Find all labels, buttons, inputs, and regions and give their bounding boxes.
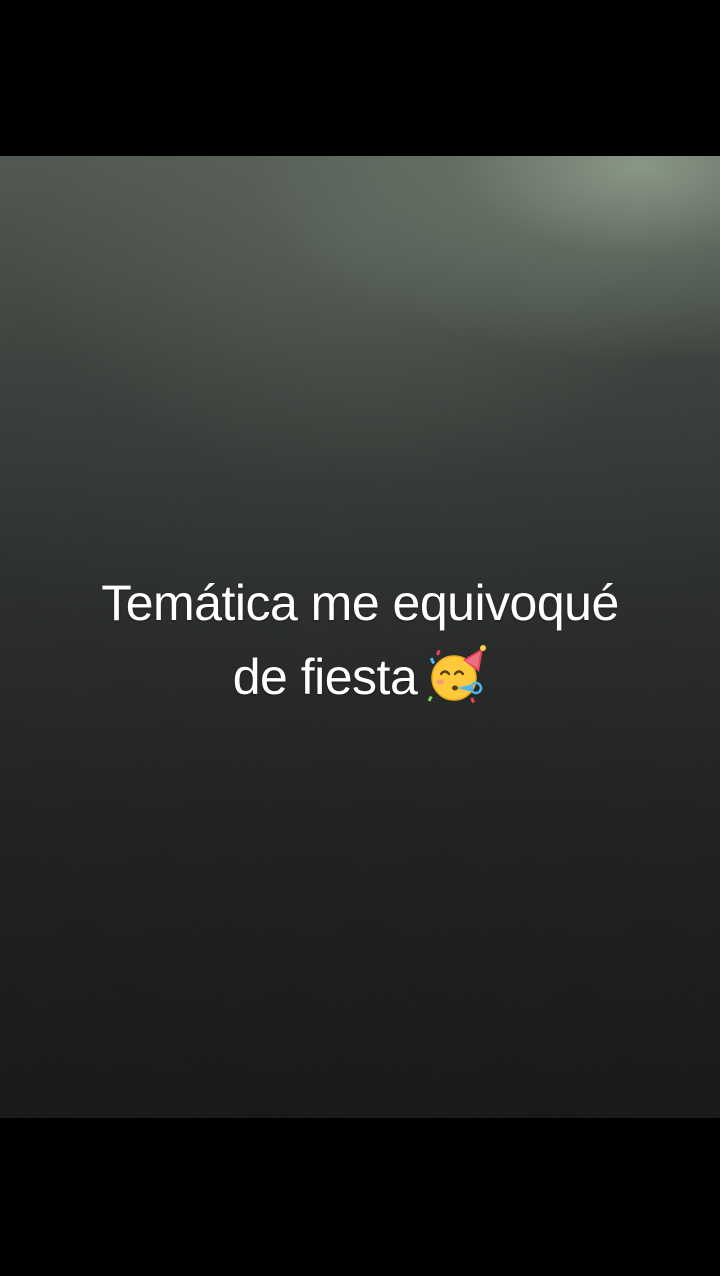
video-screen: Temática me equivoqué de fiesta (0, 0, 720, 1276)
caption-line-2: de fiesta (0, 640, 720, 714)
caption-text: Temática me equivoqué de fiesta (0, 566, 720, 714)
partying-face-icon (427, 645, 487, 704)
caption-line-1: Temática me equivoqué (101, 575, 619, 631)
letterbox-bottom (0, 1118, 720, 1276)
caption-line-2-text: de fiesta (232, 649, 418, 705)
letterbox-top (0, 0, 720, 156)
